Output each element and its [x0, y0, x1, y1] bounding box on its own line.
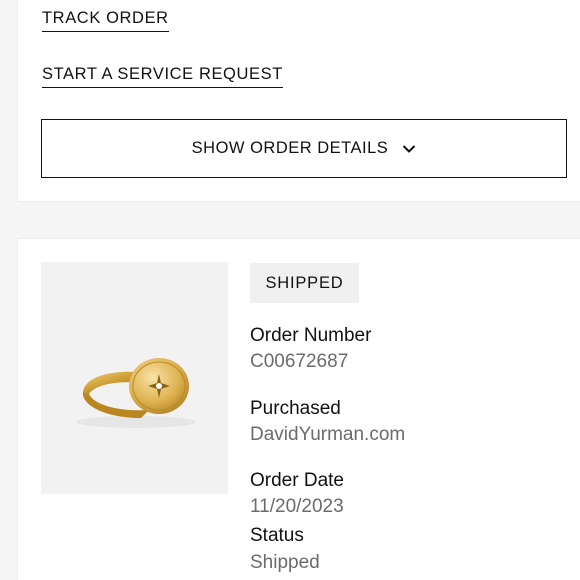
order-summary-card: SHIPPED Order Number C00672687 Purchased…	[17, 238, 580, 580]
product-image[interactable]	[41, 262, 228, 494]
order-number-label: Order Number	[250, 325, 372, 346]
order-actions-card: TRACK ORDER START A SERVICE REQUEST SHOW…	[17, 0, 580, 202]
chevron-down-icon	[402, 144, 416, 154]
order-date-label: Order Date	[250, 470, 344, 491]
track-order-link[interactable]: TRACK ORDER	[42, 9, 169, 32]
status-label: Status	[250, 525, 304, 546]
status-badge: SHIPPED	[250, 263, 359, 303]
order-date-value: 11/20/2023	[250, 496, 344, 517]
service-request-link[interactable]: START A SERVICE REQUEST	[42, 65, 283, 88]
purchased-label: Purchased	[250, 398, 341, 419]
show-order-details-label: SHOW ORDER DETAILS	[191, 139, 389, 157]
status-value: Shipped	[250, 552, 320, 573]
order-number-value: C00672687	[250, 351, 349, 372]
show-order-details-button[interactable]: SHOW ORDER DETAILS	[41, 119, 567, 178]
purchased-value: DavidYurman.com	[250, 424, 406, 445]
